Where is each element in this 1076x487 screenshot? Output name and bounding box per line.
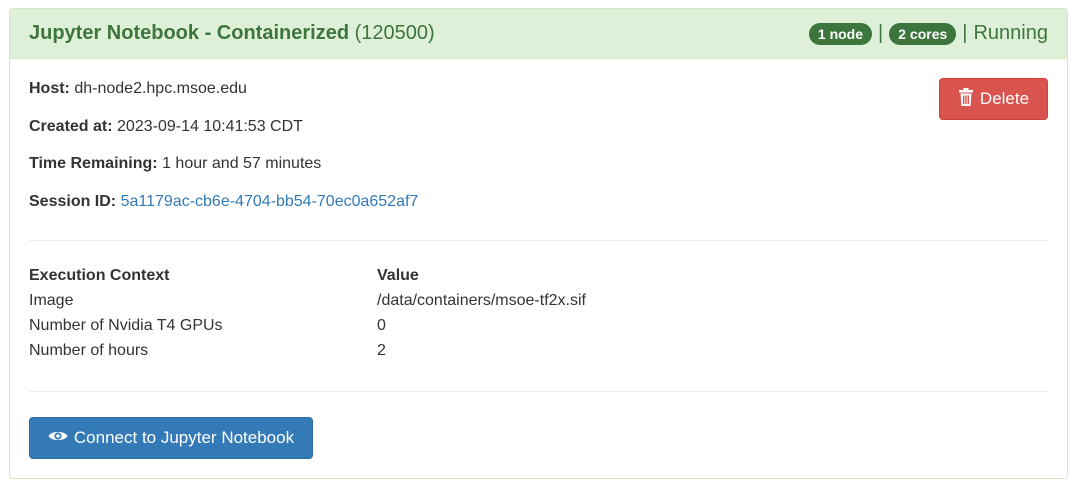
session-name: Jupyter Notebook - Containerized xyxy=(29,22,350,44)
session-status-area: 1 node | 2 cores | Running xyxy=(808,22,1048,45)
session-id-link[interactable]: 5a1179ac-cb6e-4704-bb54-70ec0a652af7 xyxy=(121,193,419,210)
row-label: Number of Nvidia T4 GPUs xyxy=(29,317,223,334)
host-label: Host: xyxy=(29,80,70,97)
divider xyxy=(29,391,1048,392)
time-remaining-value: 1 hour and 57 minutes xyxy=(162,155,322,172)
separator: | xyxy=(962,22,968,44)
cores-badge: 2 cores xyxy=(889,22,957,45)
row-value: /data/containers/msoe-tf2x.sif xyxy=(377,292,586,309)
session-id-line: Session ID: 5a1179ac-cb6e-4704-bb54-70ec… xyxy=(29,193,418,211)
time-remaining-line: Time Remaining: 1 hour and 57 minutes xyxy=(29,155,321,173)
host-line: Host: dh-node2.hpc.msoe.edu xyxy=(29,80,247,98)
connect-jupyter-button[interactable]: Connect to Jupyter Notebook xyxy=(29,417,313,459)
created-label: Created at: xyxy=(29,118,113,135)
row-value: 2 xyxy=(377,342,386,359)
time-remaining-label: Time Remaining: xyxy=(29,155,158,172)
connect-button-label: Connect to Jupyter Notebook xyxy=(73,428,295,447)
separator: | xyxy=(878,22,884,44)
header-value: Value xyxy=(377,267,419,284)
delete-button-label: Delete xyxy=(979,89,1030,108)
session-job-id: (120500) xyxy=(354,22,435,44)
row-label: Image xyxy=(29,292,74,309)
row-value: 0 xyxy=(377,317,386,334)
row-label: Number of hours xyxy=(29,342,149,359)
delete-button[interactable]: Delete xyxy=(939,78,1048,120)
session-title: Jupyter Notebook - Containerized (120500… xyxy=(29,22,435,45)
session-card-header: Jupyter Notebook - Containerized (120500… xyxy=(10,9,1067,59)
eye-icon xyxy=(48,428,68,448)
created-line: Created at: 2023-09-14 10:41:53 CDT xyxy=(29,118,303,136)
header-execution-context: Execution Context xyxy=(29,267,170,284)
trash-icon xyxy=(958,87,974,111)
nodes-badge: 1 node xyxy=(808,22,873,45)
divider xyxy=(29,240,1048,241)
status-text: Running xyxy=(973,22,1048,44)
session-id-label: Session ID: xyxy=(29,193,117,210)
host-value: dh-node2.hpc.msoe.edu xyxy=(74,80,247,97)
created-value: 2023-09-14 10:41:53 CDT xyxy=(117,118,303,135)
session-card: Jupyter Notebook - Containerized (120500… xyxy=(9,8,1068,479)
